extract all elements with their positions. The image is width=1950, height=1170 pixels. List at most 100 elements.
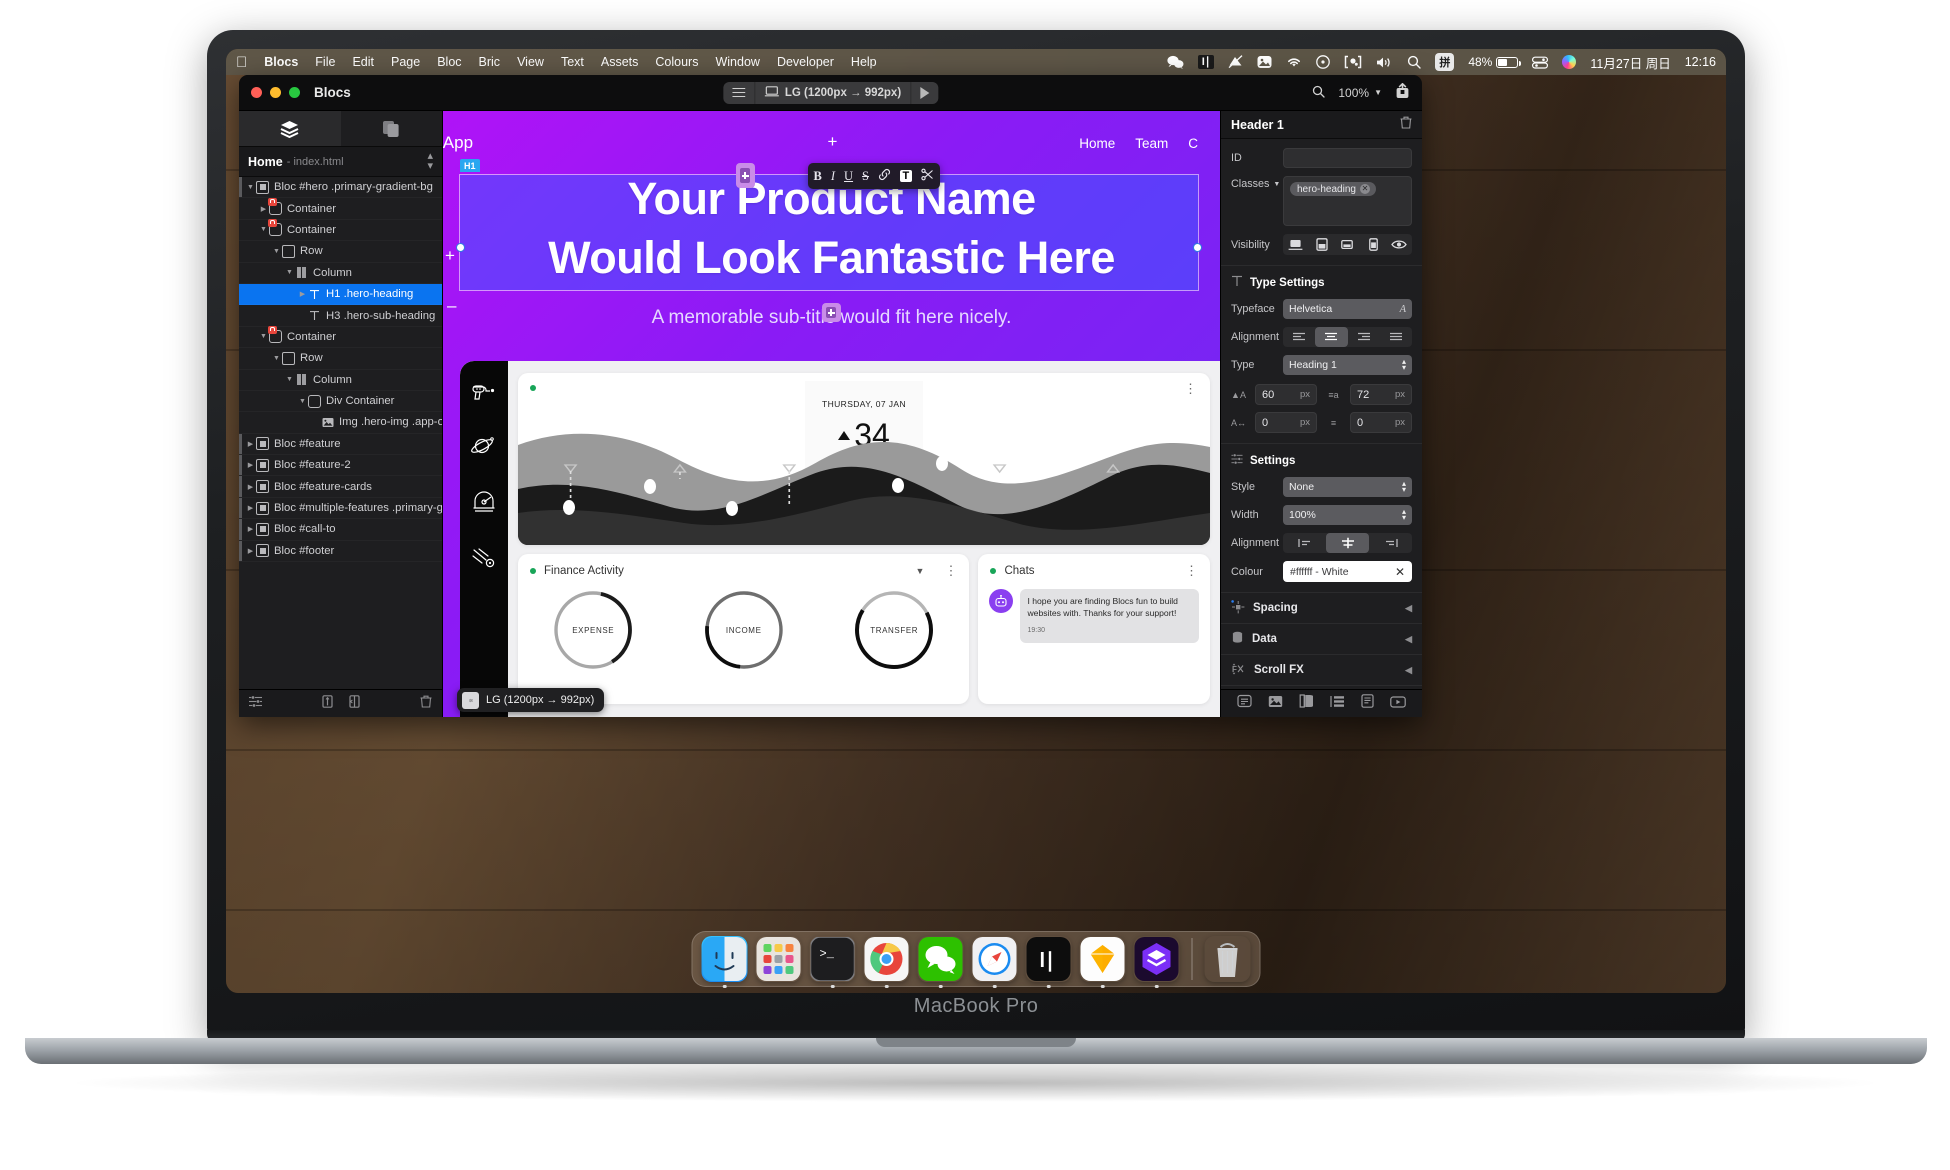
chevron-right-icon[interactable]: ▶ <box>245 504 256 512</box>
id-input[interactable] <box>1283 148 1412 168</box>
menu-item-blocs[interactable]: Blocs <box>264 55 298 69</box>
preview-button[interactable] <box>911 82 938 104</box>
menu-item-window[interactable]: Window <box>715 55 759 69</box>
desktop-icon[interactable] <box>1283 239 1309 251</box>
align-end-icon[interactable] <box>1369 533 1412 553</box>
close-icon[interactable]: ✕ <box>1359 184 1370 194</box>
hero-bloc[interactable]: uper App Home Team C + + – <box>443 111 1220 717</box>
kebab-menu-icon[interactable]: ⋮ <box>1185 564 1198 576</box>
layer-row[interactable]: ▶ H1 .hero-heading <box>239 283 442 306</box>
chevron-right-icon[interactable]: ▶ <box>245 547 256 555</box>
dock-item-wechat[interactable] <box>918 936 964 988</box>
clear-format-icon[interactable] <box>921 168 934 184</box>
class-chip[interactable]: hero-heading ✕ <box>1290 182 1376 196</box>
typeface-select[interactable]: Helvetica A <box>1283 299 1412 319</box>
viewport-selector[interactable]: LG (1200px → 992px) <box>755 81 912 104</box>
add-bric-chip-bottom[interactable] <box>821 303 841 322</box>
page-selector[interactable]: Home - index.html ▴ ▾ <box>239 147 442 177</box>
wechat-icon[interactable] <box>1167 55 1184 69</box>
layer-row[interactable]: ▼ Div Container <box>239 391 442 412</box>
trash-icon[interactable] <box>420 695 432 713</box>
chevron-down-icon[interactable]: ▼ <box>284 376 295 383</box>
apple-logo-icon[interactable]:  <box>236 55 247 70</box>
hero-app-mockup-image[interactable]: ⋮ THURSDAY, 07 JAN 34 Finance Activity ▼… <box>460 361 1220 717</box>
kebab-menu-icon[interactable]: ⋮ <box>944 564 957 576</box>
dock-item-blocs[interactable] <box>1134 936 1180 988</box>
letter-spacing-input[interactable]: 0 px <box>1255 412 1317 433</box>
width-select[interactable]: 100% ▴ ▾ <box>1283 505 1412 525</box>
volume-icon[interactable] <box>1376 56 1393 69</box>
menu-item-assets[interactable]: Assets <box>601 55 639 69</box>
split-vertical-icon[interactable] <box>321 694 334 713</box>
add-marker-top-icon[interactable]: + <box>828 133 838 150</box>
chevron-down-icon[interactable]: ▼ <box>916 566 925 576</box>
menu-item-text[interactable]: Text <box>561 55 584 69</box>
add-bric-chip-top[interactable] <box>735 163 755 188</box>
text-colour-button[interactable]: T <box>900 170 912 182</box>
nav-link-home[interactable]: Home <box>1079 136 1115 151</box>
block-alignment-group[interactable] <box>1283 533 1412 553</box>
colour-input[interactable]: #ffffff - White ✕ <box>1283 561 1412 582</box>
export-button[interactable] <box>1395 82 1410 102</box>
chevron-down-icon[interactable]: ▼ <box>284 269 295 276</box>
chevron-down-icon[interactable]: ▼ <box>258 333 269 340</box>
menubar-date[interactable]: 11月27日 周日 <box>1590 53 1670 72</box>
chevron-right-icon[interactable]: ▶ <box>245 461 256 469</box>
layer-row[interactable]: ▶ Bloc #feature <box>239 433 442 455</box>
nav-link-team[interactable]: Team <box>1135 136 1168 151</box>
dock-item-trash[interactable] <box>1205 936 1251 982</box>
maximize-button[interactable] <box>289 87 300 98</box>
logitech-icon[interactable]: I∣ <box>1197 55 1215 69</box>
align-right-icon[interactable] <box>1348 327 1380 347</box>
menu-item-colours[interactable]: Colours <box>655 55 698 69</box>
sidebar-toggle-button[interactable] <box>723 81 755 104</box>
dock-item-safari[interactable] <box>972 936 1018 988</box>
tablet-small-icon[interactable] <box>1335 239 1361 250</box>
zoom-level-control[interactable]: 100% ▼ <box>1338 86 1382 100</box>
dock-item-logitech[interactable]: l∣ <box>1026 936 1072 988</box>
macos-dock[interactable]: >_ l∣ <box>691 931 1261 988</box>
underline-button[interactable]: U <box>844 169 853 184</box>
bold-button[interactable]: B <box>814 169 822 184</box>
settings-icon[interactable] <box>249 695 262 713</box>
dock-item-chrome[interactable] <box>864 936 910 988</box>
left-panel-tabs[interactable] <box>239 111 442 147</box>
layer-row[interactable]: ▼ Bloc #hero .primary-gradient-bg <box>239 177 442 198</box>
menubar-time[interactable]: 12:16 <box>1685 55 1716 69</box>
chevron-down-icon[interactable]: ▼ <box>258 226 269 233</box>
mobile-icon[interactable] <box>1360 238 1386 251</box>
data-section-toggle[interactable]: Data ◀ <box>1221 624 1422 655</box>
dock-item-sketch[interactable] <box>1080 936 1126 988</box>
split-horizontal-icon[interactable] <box>348 694 361 713</box>
chevron-right-icon[interactable]: ▶ <box>245 525 256 533</box>
align-justify-icon[interactable] <box>1380 327 1412 347</box>
align-center-icon[interactable] <box>1315 327 1348 347</box>
spacing-section-toggle[interactable]: Spacing ◀ <box>1221 593 1422 624</box>
align-left-icon[interactable] <box>1283 327 1315 347</box>
chevron-down-icon[interactable]: ▼ <box>1273 181 1280 188</box>
layers-panel-footer[interactable] <box>239 689 442 717</box>
chevron-down-icon[interactable]: ▼ <box>297 398 308 405</box>
chevron-down-icon[interactable]: ▼ <box>245 184 256 191</box>
bric-toolbar[interactable] <box>1221 689 1422 717</box>
search-icon[interactable] <box>1407 55 1422 69</box>
text-alignment-group[interactable] <box>1283 327 1412 347</box>
control-center-icon[interactable] <box>1532 56 1549 69</box>
type-select[interactable]: Heading 1 ▴ ▾ <box>1283 355 1412 375</box>
classes-input[interactable]: hero-heading ✕ <box>1283 176 1412 226</box>
page-stepper-icon[interactable]: ▴ ▾ <box>427 150 433 172</box>
minimize-button[interactable] <box>270 87 281 98</box>
layer-row[interactable]: ▶ Bloc #footer <box>239 540 442 562</box>
chevron-down-icon[interactable]: ▼ <box>271 248 282 255</box>
strikethrough-button[interactable]: S <box>862 169 869 184</box>
site-nav-links[interactable]: Home Team C <box>1079 136 1198 151</box>
menu-item-help[interactable]: Help <box>851 55 877 69</box>
chevron-right-icon[interactable]: ▶ <box>258 205 269 213</box>
timemachine-icon[interactable] <box>1316 55 1331 69</box>
layer-row[interactable]: ▶ Bloc #multiple-features .primary-gradi… <box>239 497 442 519</box>
align-middle-icon[interactable] <box>1326 533 1369 553</box>
list-bric-icon[interactable] <box>1329 695 1345 713</box>
pages-tab[interactable] <box>341 111 443 146</box>
viewport-control-group[interactable]: LG (1200px → 992px) <box>722 81 939 104</box>
battery-indicator[interactable]: 48% <box>1468 55 1522 69</box>
